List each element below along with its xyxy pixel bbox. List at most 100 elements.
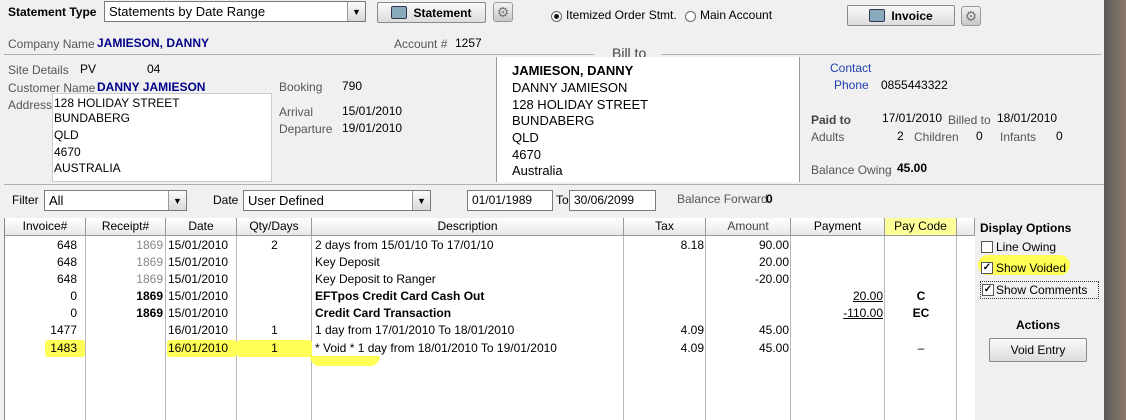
cell-qty (237, 288, 312, 305)
radio-itemized-label: Itemized Order Stmt. (566, 8, 677, 22)
contact-link[interactable]: Contact (830, 61, 871, 75)
date-from-input[interactable]: 01/01/1989 (467, 190, 553, 211)
chevron-down-icon: ▼ (168, 191, 186, 210)
children-value: 0 (976, 129, 983, 143)
gear-icon[interactable]: ⚙ (961, 6, 981, 26)
date-to-input[interactable]: 30/06/2099 (569, 190, 656, 211)
cell-pay-code: C (916, 289, 926, 303)
cell-qty (237, 305, 312, 322)
background-window-edge (1104, 0, 1126, 420)
table-row[interactable]: 648 1869 15/01/2010 Key Deposit 20.00 (5, 254, 975, 271)
cell-receipt: 1869 (136, 238, 163, 252)
cell-description: Key Deposit (315, 255, 380, 269)
cell-payment[interactable]: 20.00 (791, 288, 883, 305)
cell-description: 1 day from 17/01/2010 To 18/01/2010 (315, 323, 515, 337)
cell-receipt (86, 340, 163, 357)
col-header-description[interactable]: Description (312, 218, 624, 236)
col-header-extra (957, 218, 975, 236)
cell-date: 15/01/2010 (168, 238, 229, 252)
table-row-voided[interactable]: 1483 16/01/2010 1 * Void * 1 day from 18… (5, 340, 975, 357)
balance-forward-value: 0 (766, 192, 773, 206)
radio-main-label: Main Account (700, 8, 773, 22)
radio-main-account[interactable] (685, 11, 696, 22)
col-header-tax[interactable]: Tax (624, 218, 706, 236)
cell-tax (624, 254, 704, 271)
cell-invoice: 648 (56, 255, 77, 269)
cell-pay-code (885, 237, 957, 254)
bill-to-name: JAMIESON, DANNY (512, 63, 634, 78)
cell-qty (237, 271, 312, 288)
line-owing-checkbox[interactable] (981, 241, 993, 253)
site-code: PV (80, 62, 97, 76)
col-header-invoice[interactable]: Invoice# (5, 218, 86, 236)
col-header-receipt[interactable]: Receipt# (86, 218, 166, 236)
col-header-date[interactable]: Date (166, 218, 237, 236)
date-range-select[interactable]: User Defined ▼ (243, 190, 431, 211)
bill-to-line: BUNDABERG (512, 113, 595, 128)
cell-date: 15/01/2010 (168, 289, 229, 303)
radio-itemized[interactable] (551, 11, 562, 22)
cell-payment[interactable]: -110.00 (791, 305, 883, 322)
company-name-value: JAMIESON, DANNY (97, 36, 210, 50)
invoice-button[interactable]: Invoice (847, 5, 955, 26)
table-row[interactable]: 1477 16/01/2010 1 1 day from 17/01/2010 … (5, 322, 975, 339)
cell-receipt: 1869 (136, 289, 163, 303)
cell-description: Key Deposit to Ranger (315, 272, 436, 286)
bill-to-line: Australia (512, 163, 563, 178)
cell-tax (624, 271, 704, 288)
line-owing-label: Line Owing (996, 240, 1057, 254)
cell-date: 15/01/2010 (168, 306, 229, 320)
transactions-grid[interactable]: Invoice# Receipt# Date Qty/Days Descript… (4, 218, 975, 420)
statement-button[interactable]: Statement (377, 2, 486, 23)
site-details-label: Site Details (8, 63, 69, 77)
statement-type-select[interactable]: Statements by Date Range ▼ (104, 1, 366, 22)
show-comments-checkbox[interactable]: ✓ (982, 284, 994, 296)
cell-tax (624, 305, 704, 322)
children-label: Children (914, 130, 959, 144)
adults-label: Adults (811, 130, 845, 144)
cell-invoice: 1477 (50, 323, 77, 337)
cell-qty: 1 (271, 323, 278, 337)
gear-icon[interactable]: ⚙ (493, 2, 513, 22)
cell-invoice: 1483 (45, 340, 85, 357)
cell-date: 16/01/2010 (168, 323, 229, 337)
chevron-down-icon: ▼ (412, 191, 430, 210)
cell-tax (624, 288, 704, 305)
account-value: 1257 (455, 36, 482, 50)
table-row[interactable]: 0 1869 15/01/2010 EFTpos Credit Card Cas… (5, 288, 975, 305)
balance-owing-label: Balance Owing (811, 163, 892, 177)
balance-forward-label: Balance Forward (677, 192, 768, 206)
show-voided-label: Show Voided (996, 261, 1067, 275)
site-number: 04 (147, 62, 161, 76)
cell-invoice: 648 (56, 272, 77, 286)
booking-label: Booking (279, 80, 323, 94)
table-row[interactable]: 648 1869 15/01/2010 2 2 days from 15/01/… (5, 237, 975, 254)
divider (4, 184, 1104, 185)
cell-date: 15/01/2010 (168, 272, 229, 286)
printer-icon (869, 9, 886, 22)
show-voided-checkbox[interactable]: ✓ (981, 262, 993, 274)
phone-label: Phone (834, 78, 869, 92)
table-row[interactable]: 648 1869 15/01/2010 Key Deposit to Range… (5, 271, 975, 288)
cell-amount: -20.00 (754, 272, 789, 286)
col-header-pay-code[interactable]: Pay Code (885, 218, 957, 236)
paid-to-label: Paid to (811, 113, 852, 127)
filter-select[interactable]: All ▼ (44, 190, 187, 211)
void-entry-button[interactable]: Void Entry (989, 338, 1087, 362)
col-header-payment[interactable]: Payment (791, 218, 885, 236)
cell-tax: 8.18 (680, 238, 704, 252)
to-label: To (556, 193, 569, 207)
cell-date: 16/01/2010 (167, 340, 237, 357)
filter-label: Filter (12, 193, 39, 207)
cell-payment (791, 271, 883, 288)
cell-description: 2 days from 15/01/10 To 17/01/10 (315, 238, 494, 252)
table-row[interactable]: 0 1869 15/01/2010 Credit Card Transactio… (5, 305, 975, 322)
filter-value: All (49, 193, 64, 208)
col-header-amount[interactable]: Amount (706, 218, 791, 236)
statement-type-value: Statements by Date Range (109, 4, 266, 19)
arrival-value: 15/01/2010 (342, 104, 403, 118)
col-header-qty[interactable]: Qty/Days (237, 218, 312, 236)
cell-qty (237, 254, 312, 271)
adults-value: 2 (897, 129, 904, 143)
cell-tax: 4.09 (680, 341, 704, 355)
